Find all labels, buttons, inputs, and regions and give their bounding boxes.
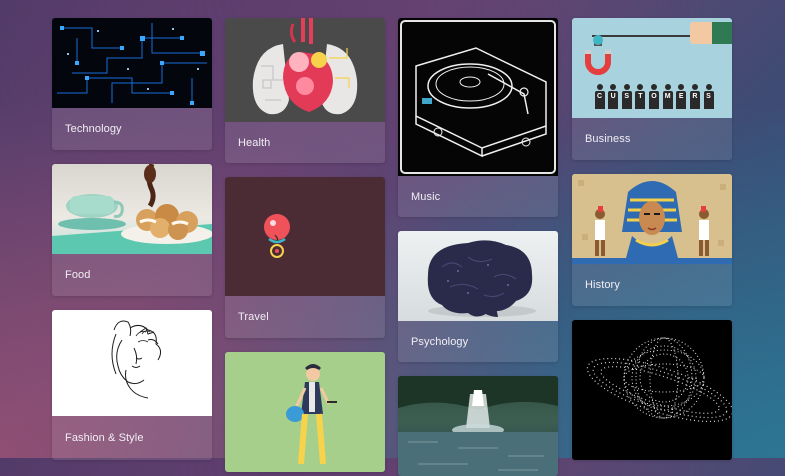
category-card-technology[interactable]: Technology: [52, 18, 212, 150]
category-label: Business: [585, 133, 631, 145]
category-card-fashion-style[interactable]: Fashion & Style: [52, 310, 212, 460]
customer-figure: O: [649, 84, 660, 109]
walking-man-image: [225, 352, 385, 472]
waterfall-image: [398, 376, 558, 476]
category-label: Technology: [65, 123, 122, 135]
category-card-psychology[interactable]: Psychology: [398, 231, 558, 362]
category-label: Travel: [238, 311, 269, 323]
pharaoh-image: [572, 174, 732, 264]
category-card-health[interactable]: Health: [225, 18, 385, 163]
category-card-food[interactable]: Food: [52, 164, 212, 296]
category-card-walking[interactable]: [225, 352, 385, 472]
magnet-customers-image: C U S T O M E R S: [572, 18, 732, 118]
category-card-travel[interactable]: Travel: [225, 177, 385, 338]
cream-puffs-image: [52, 164, 212, 254]
category-label: Food: [65, 269, 91, 281]
woman-sketch-image: [52, 310, 212, 416]
customer-figure: T: [635, 84, 646, 109]
category-card-particles[interactable]: [572, 320, 732, 460]
customer-figure: S: [703, 84, 714, 109]
customer-figure: S: [621, 84, 632, 109]
brain-image: [398, 231, 558, 321]
category-card-waterfall[interactable]: [398, 376, 558, 476]
red-balloon-image: [225, 177, 385, 296]
lungs-heart-image: [225, 18, 385, 122]
customer-figure: M: [662, 84, 673, 109]
category-card-business[interactable]: C U S T O M E R S Business: [572, 18, 732, 160]
gallery-column-3: Music Psychology: [398, 18, 558, 476]
customer-figure: C: [594, 84, 605, 109]
customer-figure: U: [608, 84, 619, 109]
category-card-music[interactable]: Music: [398, 18, 558, 217]
category-label: Health: [238, 136, 271, 149]
category-label: History: [585, 279, 620, 291]
customer-figure: R: [689, 84, 700, 109]
circuit-board-image: [52, 18, 212, 108]
turntable-image: [398, 18, 558, 176]
gallery-column-1: Technology Food Fashion & Style: [52, 18, 212, 460]
customer-figure: E: [676, 84, 687, 109]
particle-planet-image: [572, 320, 732, 460]
category-card-history[interactable]: History: [572, 174, 732, 306]
gallery-column-2: Health Travel: [225, 18, 385, 472]
category-label: Psychology: [411, 335, 469, 348]
category-label: Music: [411, 190, 441, 203]
category-gallery: Technology Food Fashion & Style Health T…: [0, 0, 785, 476]
customers-row: C U S T O M E R S: [594, 84, 714, 109]
gallery-column-4: C U S T O M E R S Business History: [572, 18, 732, 460]
category-label: Fashion & Style: [65, 432, 144, 444]
